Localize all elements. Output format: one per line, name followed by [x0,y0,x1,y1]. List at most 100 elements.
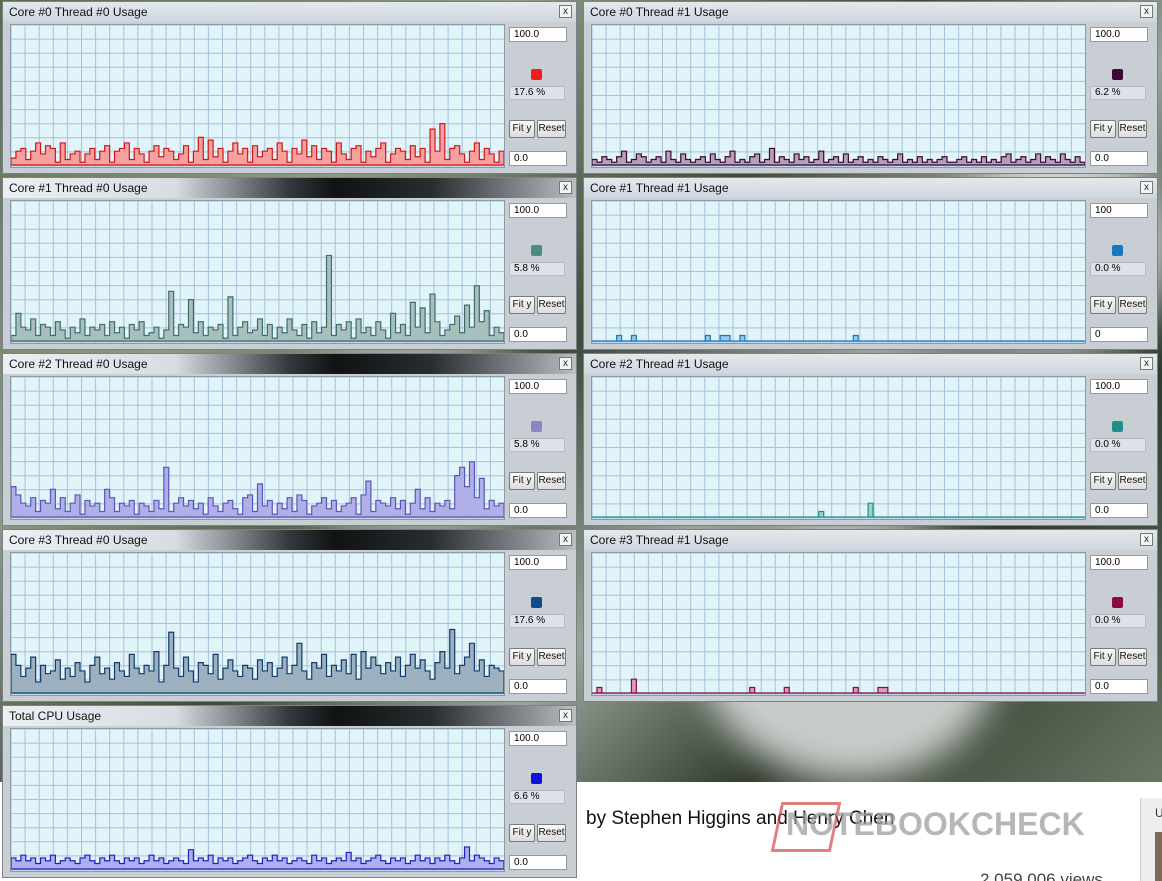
video-views: 2,059,006 views [980,870,1103,881]
title-bar[interactable]: Core #0 Thread #0 Usage x [3,2,576,22]
usage-graph-canvas [11,201,504,343]
reset-button[interactable]: Reset [1118,472,1147,490]
y-min-field[interactable]: 0 [1090,327,1148,342]
title-bar[interactable]: Core #1 Thread #0 Usage x [3,178,576,198]
window-title: Core #1 Thread #1 Usage [590,181,729,195]
series-color-swatch[interactable] [1112,421,1123,432]
usage-graph[interactable] [591,200,1086,344]
close-button[interactable]: x [559,5,572,18]
monitor-window-core2-thread1: Core #2 Thread #1 Usage x 100.0 0.0 % Fit yR… [583,353,1158,526]
usage-graph[interactable] [10,24,505,168]
usage-graph-canvas [592,553,1085,695]
reset-button[interactable]: Reset [537,648,566,666]
y-min-field[interactable]: 0.0 [509,855,567,870]
fit-y-button[interactable]: Fit y [1090,296,1116,314]
reset-button[interactable]: Reset [537,296,566,314]
current-usage-value: 5.8 % [509,438,565,452]
fit-y-button[interactable]: Fit y [509,296,535,314]
monitor-window-core1-thread0: Core #1 Thread #0 Usage x 100.0 5.8 % Fit yR… [2,177,577,350]
close-button[interactable]: x [1140,5,1153,18]
title-bar[interactable]: Total CPU Usage x [3,706,576,726]
monitor-window-core1-thread1: Core #1 Thread #1 Usage x 100 0.0 % Fit y Res… [583,177,1158,350]
y-max-field[interactable]: 100.0 [509,731,567,746]
usage-series [592,678,1085,694]
y-min-field[interactable]: 0.0 [509,151,567,166]
usage-series [11,628,504,694]
reset-button[interactable]: Reset [1118,120,1147,138]
title-bar[interactable]: Core #2 Thread #0 Usage x [3,354,576,374]
series-color-swatch[interactable] [531,69,542,80]
y-max-field[interactable]: 100.0 [1090,555,1148,570]
window-title: Core #1 Thread #0 Usage [9,181,148,195]
y-max-field[interactable]: 100.0 [1090,379,1148,394]
title-bar[interactable]: Core #3 Thread #0 Usage x [3,530,576,550]
usage-graph[interactable] [591,376,1086,520]
close-button[interactable]: x [1140,533,1153,546]
fit-y-button[interactable]: Fit y [1090,120,1116,138]
series-color-swatch[interactable] [531,245,542,256]
monitor-window-core2-thread0: Core #2 Thread #0 Usage x 100.0 5.8 % Fit yR… [2,353,577,526]
monitor-window-core3-thread1: Core #3 Thread #1 Usage x 100.0 0.0 % Fit yR… [583,529,1158,702]
monitor-window-core3-thread0: Core #3 Thread #0 Usage x 100.0 17.6 % Fit y… [2,529,577,702]
y-max-field[interactable]: 100.0 [509,203,567,218]
series-color-swatch[interactable] [1112,69,1123,80]
reset-button[interactable]: Reset [537,824,566,842]
usage-series [592,147,1085,166]
y-max-field[interactable]: 100 [1090,203,1148,218]
usage-graph-canvas [11,25,504,167]
current-usage-value: 0.0 % [1090,438,1146,452]
usage-graph[interactable] [10,200,505,344]
current-usage-value: 0.0 % [1090,614,1146,628]
fit-y-button[interactable]: Fit y [1090,648,1116,666]
window-title: Core #3 Thread #1 Usage [590,533,729,547]
series-color-swatch[interactable] [1112,597,1123,608]
usage-graph[interactable] [591,24,1086,168]
usage-series [592,502,1085,518]
current-usage-value: 6.2 % [1090,86,1146,100]
reset-button[interactable]: Reset [1118,296,1147,314]
close-button[interactable]: x [1140,357,1153,370]
y-min-field[interactable]: 0.0 [509,679,567,694]
usage-graph[interactable] [10,552,505,696]
series-color-swatch[interactable] [1112,245,1123,256]
usage-graph[interactable] [591,552,1086,696]
monitor-window-core0-thread0: Core #0 Thread #0 Usage x 100.0 17.6 % Fit y… [2,1,577,174]
close-button[interactable]: x [559,533,572,546]
fit-y-button[interactable]: Fit y [1090,472,1116,490]
y-max-field[interactable]: 100.0 [1090,27,1148,42]
close-button[interactable]: x [559,181,572,194]
side-thumbnail[interactable] [1155,832,1162,881]
reset-button[interactable]: Reset [537,120,566,138]
fit-y-button[interactable]: Fit y [509,648,535,666]
fit-y-button[interactable]: Fit y [509,120,535,138]
y-min-field[interactable]: 0.0 [1090,503,1148,518]
series-color-swatch[interactable] [531,421,542,432]
usage-series [11,123,504,166]
title-bar[interactable]: Core #3 Thread #1 Usage x [584,530,1157,550]
y-min-field[interactable]: 0.0 [1090,151,1148,166]
title-bar[interactable]: Core #0 Thread #1 Usage x [584,2,1157,22]
fit-y-button[interactable]: Fit y [509,824,535,842]
fit-y-button[interactable]: Fit y [509,472,535,490]
close-button[interactable]: x [559,357,572,370]
reset-button[interactable]: Reset [1118,648,1147,666]
current-usage-value: 17.6 % [509,614,565,628]
usage-graph-canvas [592,25,1085,167]
close-button[interactable]: x [559,709,572,722]
reset-button[interactable]: Reset [537,472,566,490]
series-color-swatch[interactable] [531,773,542,784]
title-bar[interactable]: Core #2 Thread #1 Usage x [584,354,1157,374]
y-max-field[interactable]: 100.0 [509,27,567,42]
usage-graph[interactable] [10,376,505,520]
usage-graph-canvas [592,201,1085,343]
close-button[interactable]: x [1140,181,1153,194]
y-min-field[interactable]: 0.0 [509,327,567,342]
y-max-field[interactable]: 100.0 [509,379,567,394]
y-max-field[interactable]: 100.0 [509,555,567,570]
title-bar[interactable]: Core #1 Thread #1 Usage x [584,178,1157,198]
series-color-swatch[interactable] [531,597,542,608]
usage-series [11,846,504,870]
y-min-field[interactable]: 0.0 [509,503,567,518]
usage-graph[interactable] [10,728,505,872]
y-min-field[interactable]: 0.0 [1090,679,1148,694]
